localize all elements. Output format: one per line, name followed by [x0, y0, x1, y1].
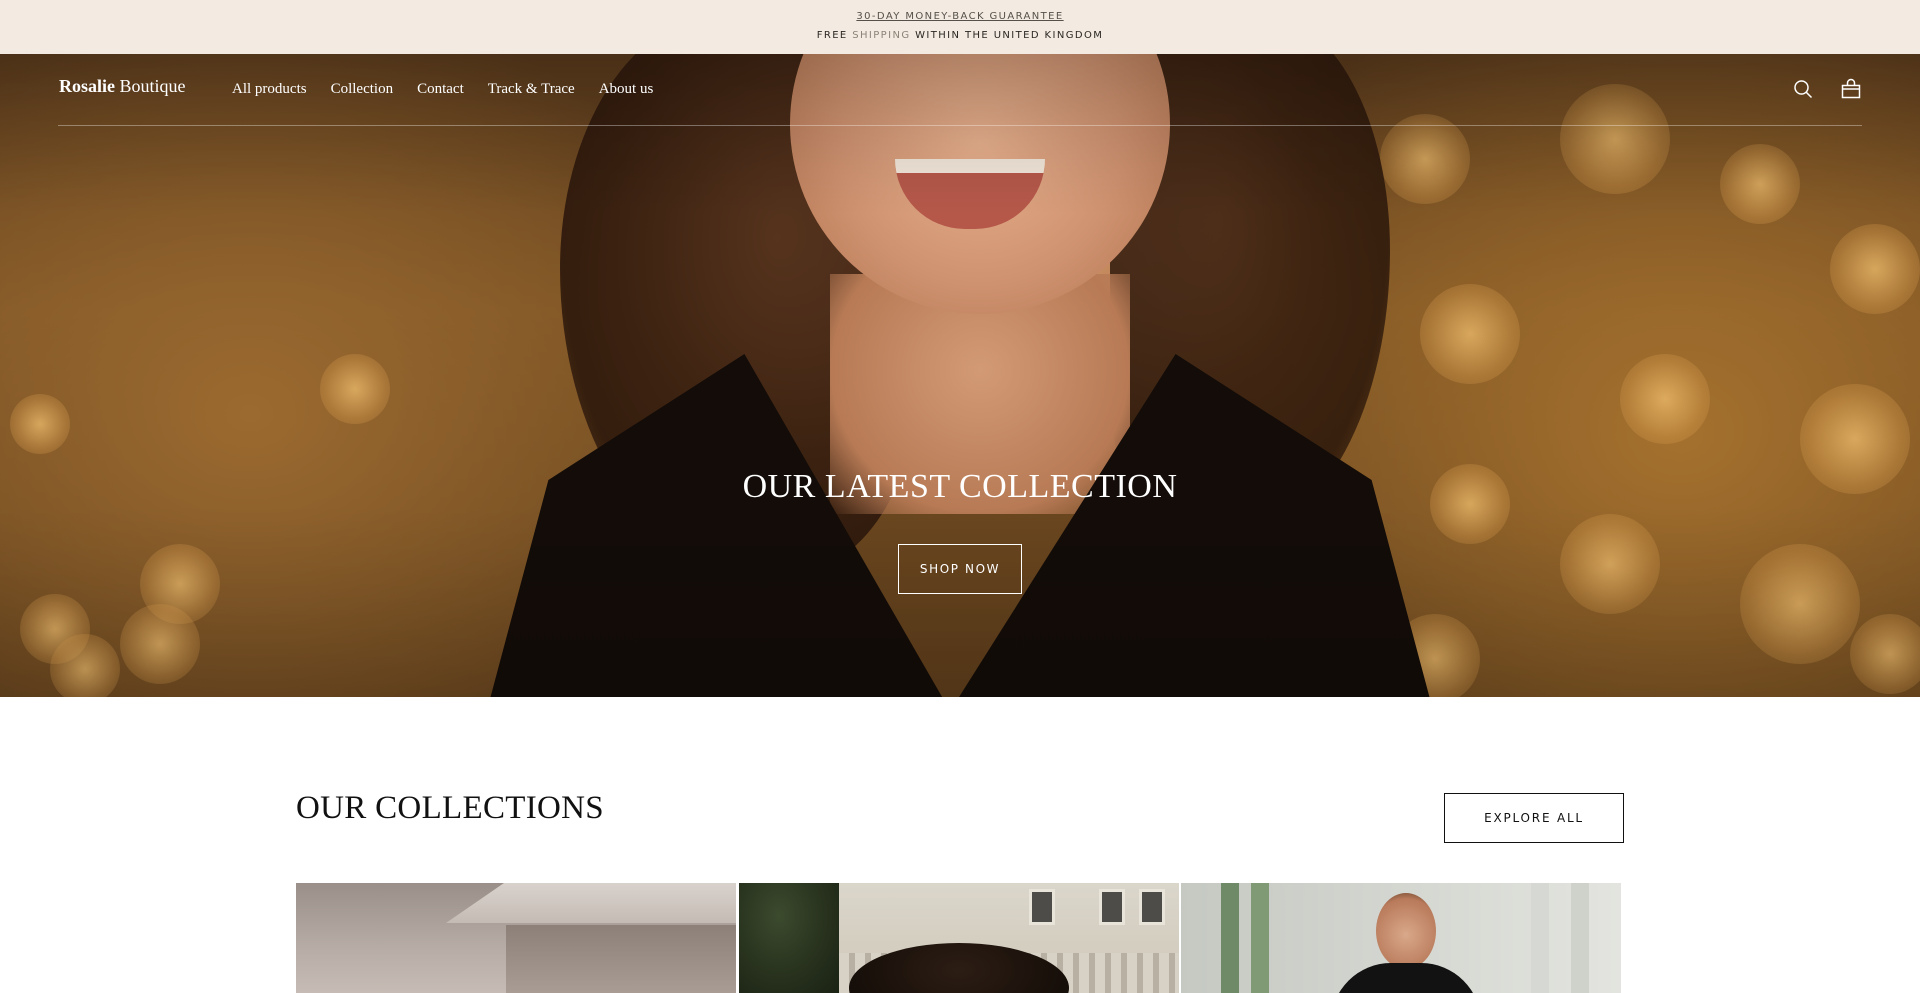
nav-track-trace[interactable]: Track & Trace [488, 81, 575, 98]
model-figure [1331, 893, 1481, 993]
building-window [1099, 889, 1125, 925]
green-stripe [1251, 883, 1269, 993]
nav-about-us[interactable]: About us [599, 81, 654, 98]
hero-overlay [0, 54, 1920, 697]
room-ceiling-shape [446, 883, 736, 923]
building-window [1029, 889, 1055, 925]
green-stripe [1221, 883, 1239, 993]
explore-all-button[interactable]: EXPLORE ALL [1444, 793, 1624, 843]
hero-banner [0, 54, 1920, 697]
collection-card[interactable] [296, 883, 736, 993]
hero-title: OUR LATEST COLLECTION [742, 468, 1178, 505]
room-doorway-shape [506, 925, 736, 993]
collections-heading: OUR COLLECTIONS [296, 790, 604, 826]
pillar-stripe [1531, 883, 1549, 993]
shopping-bag-icon[interactable] [1840, 78, 1862, 100]
tree-foliage-shape [739, 883, 839, 993]
model-blazer-shape [1331, 963, 1481, 993]
shipping-highlight: SHIPPING [852, 30, 911, 41]
logo-rest-text: Boutique [119, 76, 186, 96]
model-head-shape [1376, 893, 1436, 969]
collection-card[interactable] [1181, 883, 1621, 993]
nav-collection[interactable]: Collection [331, 81, 394, 98]
collection-card[interactable] [739, 883, 1179, 993]
logo-bold-text: Rosalie [59, 76, 115, 96]
free-shipping-message: FREE SHIPPING WITHIN THE UNITED KINGDOM [0, 30, 1920, 41]
announcement-bar: 30-DAY MONEY-BACK GUARANTEE FREE SHIPPIN… [0, 0, 1920, 54]
main-navigation: All products Collection Contact Track & … [232, 81, 653, 98]
site-logo[interactable]: Rosalie Boutique [59, 76, 186, 97]
nav-contact[interactable]: Contact [417, 81, 464, 98]
building-window [1139, 889, 1165, 925]
money-back-guarantee-link[interactable]: 30-DAY MONEY-BACK GUARANTEE [0, 11, 1920, 22]
nav-all-products[interactable]: All products [232, 81, 307, 98]
pillar-stripe [1571, 883, 1589, 993]
shipping-prefix: FREE [816, 30, 848, 41]
shipping-suffix: WITHIN THE UNITED KINGDOM [915, 30, 1104, 41]
search-icon[interactable] [1792, 78, 1814, 100]
site-header: Rosalie Boutique All products Collection… [0, 54, 1920, 126]
shop-now-button[interactable]: SHOP NOW [898, 544, 1022, 594]
header-divider [58, 125, 1862, 126]
